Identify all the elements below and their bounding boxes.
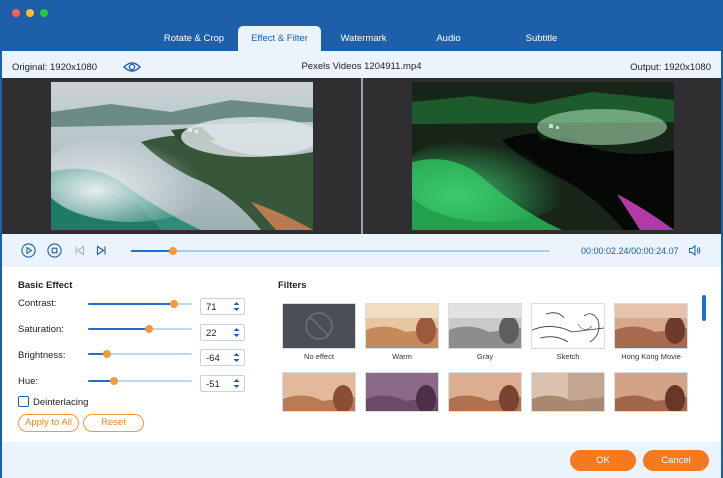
preview-area [2, 78, 721, 234]
hue-stepper[interactable]: -51 [200, 375, 245, 392]
saturation-value[interactable]: 22 [206, 328, 217, 339]
filter-name: Gray [476, 352, 494, 361]
stepper-arrows-icon[interactable] [232, 377, 241, 390]
filter-thumbnail [531, 303, 605, 349]
close-window-button[interactable] [12, 9, 20, 17]
traffic-lights [12, 9, 48, 17]
volume-icon[interactable] [688, 244, 702, 257]
reset-button[interactable]: Reset [83, 414, 144, 432]
play-icon[interactable] [21, 243, 36, 258]
hue-label: Hue: [18, 376, 39, 387]
filter-name: Sketch [556, 352, 580, 361]
saturation-slider[interactable] [88, 322, 192, 336]
tab-effect-filter[interactable]: Effect & Filter [238, 26, 321, 51]
playback-bar: 00:00:02.24/00:00:24.07 [2, 234, 721, 267]
filter-thumbnail [614, 303, 688, 349]
output-preview [412, 82, 674, 230]
filter-thumbnail-9[interactable] [531, 372, 605, 415]
brightness-value[interactable]: -64 [206, 353, 220, 364]
filter-sketch[interactable]: Sketch [531, 303, 605, 361]
cancel-button[interactable]: Cancel [643, 450, 709, 471]
tab-subtitle[interactable]: Subtitle [491, 26, 592, 51]
filter-name: Hong Kong Movie [621, 352, 681, 361]
original-preview [51, 82, 313, 230]
contrast-value[interactable]: 71 [206, 302, 217, 313]
tab-audio[interactable]: Audio [406, 26, 491, 51]
filter-thumbnail [365, 303, 439, 349]
filter-name: Warm [392, 352, 412, 361]
slider-handle[interactable] [110, 377, 118, 385]
filter-warm[interactable]: Warm [365, 303, 439, 361]
apply-to-all-button[interactable]: Apply to All [18, 414, 79, 432]
contrast-stepper[interactable]: 71 [200, 298, 245, 315]
filters-title: Filters [278, 280, 307, 291]
stepper-arrows-icon[interactable] [232, 351, 241, 364]
hue-value[interactable]: -51 [206, 379, 220, 390]
filter-thumbnail [282, 303, 356, 349]
info-bar: Original: 1920x1080 Pexels Videos 120491… [2, 57, 721, 78]
preview-divider [361, 78, 363, 234]
brightness-stepper[interactable]: -64 [200, 349, 245, 366]
stepper-arrows-icon[interactable] [232, 326, 241, 339]
tab-watermark[interactable]: Watermark [321, 26, 406, 51]
progress-handle[interactable] [168, 247, 177, 255]
effect-panel: Basic Effect Contrast: 71 Saturation: 22… [2, 267, 721, 442]
filter-gray[interactable]: Gray [448, 303, 522, 361]
deinterlacing-checkbox[interactable] [18, 396, 29, 407]
filter-thumbnail-7[interactable] [365, 372, 439, 415]
zoom-window-button[interactable] [40, 9, 48, 17]
ok-button[interactable]: OK [570, 450, 636, 471]
hue-slider[interactable] [88, 374, 192, 388]
tab-rotate-crop[interactable]: Rotate & Crop [150, 26, 238, 51]
deinterlacing-label: Deinterlacing [33, 397, 89, 408]
brightness-label: Brightness: [18, 350, 66, 361]
total-time: 00:00:24.07 [631, 246, 679, 256]
previous-frame-icon[interactable] [72, 243, 87, 258]
footer-bar: OK Cancel [2, 442, 721, 478]
saturation-stepper[interactable]: 22 [200, 324, 245, 341]
filter-thumbnail [448, 372, 522, 412]
minimize-window-button[interactable] [26, 9, 34, 17]
filter-thumbnail [531, 372, 605, 412]
effect-filter-window: Rotate & Crop Effect & Filter Watermark … [2, 0, 721, 478]
slider-handle[interactable] [170, 300, 179, 308]
filter-thumbnail-6[interactable] [282, 372, 356, 415]
stepper-arrows-icon[interactable] [232, 300, 241, 313]
file-name: Pexels Videos 1204911.mp4 [301, 61, 422, 72]
filter-thumbnail [614, 372, 688, 412]
current-time: 00:00:02.24 [581, 246, 629, 256]
contrast-label: Contrast: [18, 298, 57, 309]
tab-bar: Rotate & Crop Effect & Filter Watermark … [150, 26, 592, 51]
stop-icon[interactable] [47, 243, 62, 258]
slider-handle[interactable] [102, 350, 111, 358]
filter-thumbnail-8[interactable] [448, 372, 522, 415]
filter-thumbnail-10[interactable] [614, 372, 688, 415]
timecode: 00:00:02.24/00:00:24.07 [581, 246, 679, 256]
filter-hong-kong-movie[interactable]: Hong Kong Movie [614, 303, 688, 361]
slider-handle[interactable] [145, 325, 154, 333]
title-bar: Rotate & Crop Effect & Filter Watermark … [2, 0, 721, 51]
filters-scrollbar[interactable] [702, 295, 706, 321]
filter-name: No effect [304, 352, 334, 361]
progress-fill [131, 250, 173, 252]
filter-thumbnail [282, 372, 356, 412]
filter-thumbnail [365, 372, 439, 412]
saturation-label: Saturation: [18, 324, 64, 335]
next-frame-icon[interactable] [94, 243, 109, 258]
basic-effect-title: Basic Effect [18, 280, 73, 291]
filter-thumbnail [448, 303, 522, 349]
output-resolution: Output: 1920x1080 [630, 62, 711, 73]
progress-track[interactable] [131, 247, 550, 255]
contrast-slider[interactable] [88, 297, 192, 311]
filter-no-effect[interactable]: No effect [282, 303, 356, 361]
brightness-slider[interactable] [88, 347, 192, 361]
